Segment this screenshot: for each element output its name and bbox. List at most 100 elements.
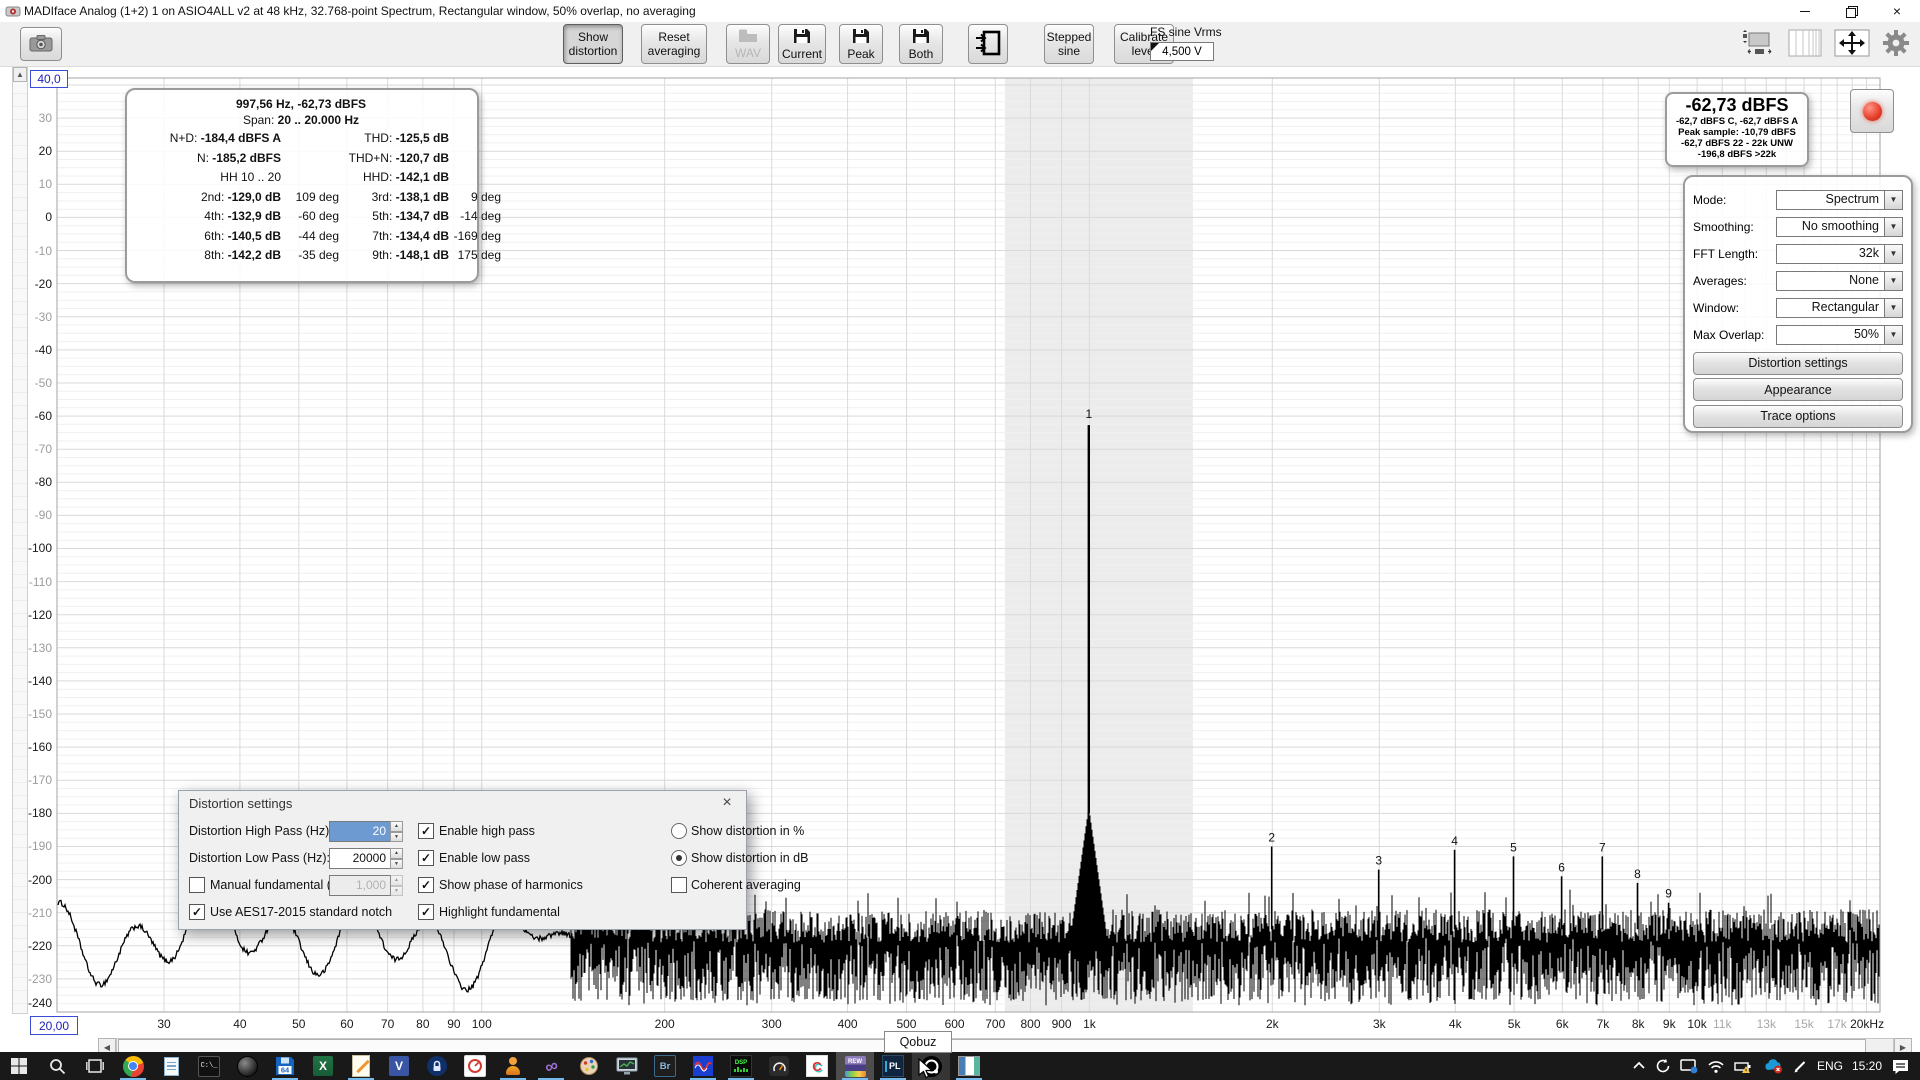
trace-options-button[interactable]: Trace options bbox=[1693, 405, 1903, 428]
low-pass-input[interactable]: 20000 bbox=[329, 848, 391, 869]
plot-fit-icon[interactable] bbox=[1834, 29, 1870, 62]
taskbar-item-excel[interactable]: X bbox=[304, 1052, 342, 1080]
tray-display-icon[interactable] bbox=[1680, 1058, 1698, 1074]
visual-studio-icon: ∞ bbox=[542, 1055, 560, 1076]
maxoverlap-dropdown[interactable]: 50% ▼ bbox=[1776, 325, 1903, 345]
averages-dropdown[interactable]: None ▼ bbox=[1776, 271, 1903, 291]
fs-sine-input[interactable]: 4,500 V bbox=[1150, 42, 1214, 61]
show-distortion-pct-radio[interactable] bbox=[671, 823, 687, 839]
y-axis-max-editbox[interactable]: 40,0 bbox=[30, 70, 68, 88]
taskbar-item-user-orange-app[interactable] bbox=[494, 1052, 532, 1080]
taskbar-item-windows-app[interactable] bbox=[950, 1052, 988, 1080]
taskbar-item-text-editor[interactable] bbox=[342, 1052, 380, 1080]
mode-dropdown[interactable]: Spectrum ▼ bbox=[1776, 190, 1903, 210]
close-button[interactable]: × bbox=[1874, 0, 1920, 22]
taskbar-item-visio[interactable]: V bbox=[380, 1052, 418, 1080]
chevron-down-icon: ▼ bbox=[1885, 325, 1903, 345]
show-distortion-db-radio[interactable] bbox=[671, 850, 687, 866]
record-button[interactable] bbox=[1850, 89, 1894, 133]
taskbar-item-task-view[interactable] bbox=[76, 1052, 114, 1080]
x-axis-min-editbox[interactable]: 20,00 bbox=[30, 1016, 78, 1035]
fftlength-dropdown[interactable]: 32k ▼ bbox=[1776, 244, 1903, 264]
tray-clock[interactable]: 15:20 bbox=[1852, 1059, 1882, 1073]
taskbar-item-floppy-64-app[interactable]: 64 bbox=[266, 1052, 304, 1080]
enable-high-pass-checkbox[interactable]: ✓ bbox=[418, 823, 434, 839]
taskbar-item-dark-sphere-app[interactable] bbox=[228, 1052, 266, 1080]
enable-low-pass-checkbox[interactable]: ✓ bbox=[418, 850, 434, 866]
scroll-up-arrow[interactable]: ▲ bbox=[13, 67, 27, 82]
show-phase-label: Show phase of harmonics bbox=[439, 878, 583, 892]
taskbar-item-pl-app[interactable]: PL bbox=[874, 1052, 912, 1080]
tray-language[interactable]: ENG bbox=[1817, 1059, 1843, 1073]
appearance-button[interactable]: Appearance bbox=[1693, 378, 1903, 401]
coherent-averaging-checkbox[interactable] bbox=[671, 877, 687, 893]
x-tick-label: 30 bbox=[157, 1017, 170, 1031]
high-pass-spinner[interactable]: ▲▼ bbox=[390, 821, 403, 842]
tray-pen-icon[interactable] bbox=[1792, 1058, 1808, 1074]
floppy-64-app-icon: 64 bbox=[275, 1056, 295, 1076]
settings-gear-icon[interactable] bbox=[1882, 29, 1910, 62]
stepped-sine-button[interactable]: Steppedsine bbox=[1044, 24, 1094, 64]
plot-pan-icon[interactable] bbox=[1740, 28, 1776, 63]
screenshot-camera-button[interactable] bbox=[20, 27, 62, 61]
high-pass-input[interactable]: 20 bbox=[329, 821, 391, 842]
distortion-settings-button[interactable]: Distortion settings bbox=[1693, 352, 1903, 375]
taskbar-item-c-app[interactable]: C bbox=[798, 1052, 836, 1080]
toolbar: ShowdistortionResetaveragingWAVCurrentPe… bbox=[0, 22, 1920, 67]
vertical-scrollbar[interactable]: ▲ bbox=[12, 66, 28, 1014]
tray-wifi-icon[interactable] bbox=[1707, 1059, 1725, 1074]
task-view-icon bbox=[86, 1057, 104, 1075]
show-phase-checkbox[interactable]: ✓ bbox=[418, 877, 434, 893]
taskbar-item-visual-studio[interactable]: ∞ bbox=[532, 1052, 570, 1080]
x-tick-label: 90 bbox=[447, 1017, 460, 1031]
aes-notch-checkbox[interactable]: ✓ bbox=[189, 904, 205, 920]
control-row: Averages: None ▼ bbox=[1693, 267, 1903, 294]
x-tick-label: 4k bbox=[1449, 1017, 1462, 1031]
taskbar-item-gauge-dark-app[interactable] bbox=[760, 1052, 798, 1080]
save-current-button[interactable]: Current bbox=[778, 24, 826, 64]
manual-fundamental-checkbox[interactable] bbox=[189, 877, 205, 893]
dialog-close-icon[interactable]: × bbox=[716, 794, 738, 812]
x-tick-label: 3k bbox=[1373, 1017, 1386, 1031]
taskbar-item-wave-analyzer[interactable] bbox=[684, 1052, 722, 1080]
taskbar-item-rew[interactable]: REW bbox=[836, 1052, 874, 1080]
minimize-button[interactable] bbox=[1782, 0, 1828, 22]
x-tick-label: 9k bbox=[1663, 1017, 1676, 1031]
tray-notification-icon[interactable] bbox=[1891, 1058, 1910, 1075]
smoothing-dropdown[interactable]: No smoothing ▼ bbox=[1776, 217, 1903, 237]
c-app-icon: C bbox=[806, 1055, 828, 1077]
tray-sync-icon[interactable] bbox=[1655, 1058, 1671, 1074]
tray-onedrive-error-icon[interactable] bbox=[1763, 1058, 1783, 1074]
reset-averaging-button[interactable]: Resetaveraging bbox=[641, 24, 707, 64]
taskbar-item-bridge[interactable]: Br bbox=[646, 1052, 684, 1080]
loopback-button[interactable] bbox=[968, 24, 1008, 64]
title-bar: MADIface Analog (1+2) 1 on ASIO4ALL v2 a… bbox=[0, 0, 1920, 22]
show-distortion-button[interactable]: Showdistortion bbox=[563, 24, 623, 64]
x-tick-label: 2k bbox=[1266, 1017, 1279, 1031]
tray-chevron-up-icon[interactable] bbox=[1632, 1060, 1646, 1072]
stat-cell: 7th: -134,4 dB bbox=[345, 227, 449, 247]
tray-battery-warning-icon[interactable] bbox=[1734, 1059, 1754, 1074]
taskbar-item-chrome[interactable] bbox=[114, 1052, 152, 1080]
restore-button[interactable] bbox=[1828, 0, 1874, 22]
plot-grid-icon[interactable] bbox=[1788, 29, 1822, 62]
taskbar-item-monitor-chart-app[interactable] bbox=[608, 1052, 646, 1080]
stat-cell: 4th: -132,9 dB bbox=[135, 207, 281, 227]
taskbar-item-command-prompt[interactable]: C:\_ bbox=[190, 1052, 228, 1080]
save-peak-button[interactable]: Peak bbox=[839, 24, 883, 64]
show-distortion-db-label: Show distortion in dB bbox=[691, 851, 808, 865]
save-both-button[interactable]: Both bbox=[899, 24, 943, 64]
taskbar-item-lock-app[interactable] bbox=[418, 1052, 456, 1080]
start-icon bbox=[10, 1057, 28, 1075]
taskbar-item-gauge-red-app[interactable] bbox=[456, 1052, 494, 1080]
taskbar-item-search[interactable] bbox=[38, 1052, 76, 1080]
window-dropdown[interactable]: Rectangular ▼ bbox=[1776, 298, 1903, 318]
x-tick-label: 11k bbox=[1713, 1017, 1731, 1031]
taskbar-item-dsp-app[interactable]: DSP bbox=[722, 1052, 760, 1080]
taskbar-item-paint-palette-app[interactable] bbox=[570, 1052, 608, 1080]
taskbar-item-notepad[interactable] bbox=[152, 1052, 190, 1080]
taskbar-item-start[interactable] bbox=[0, 1052, 38, 1080]
low-pass-spinner[interactable]: ▲▼ bbox=[390, 848, 403, 869]
scrollbar-thumb[interactable] bbox=[118, 1039, 1866, 1053]
highlight-fundamental-checkbox[interactable]: ✓ bbox=[418, 904, 434, 920]
